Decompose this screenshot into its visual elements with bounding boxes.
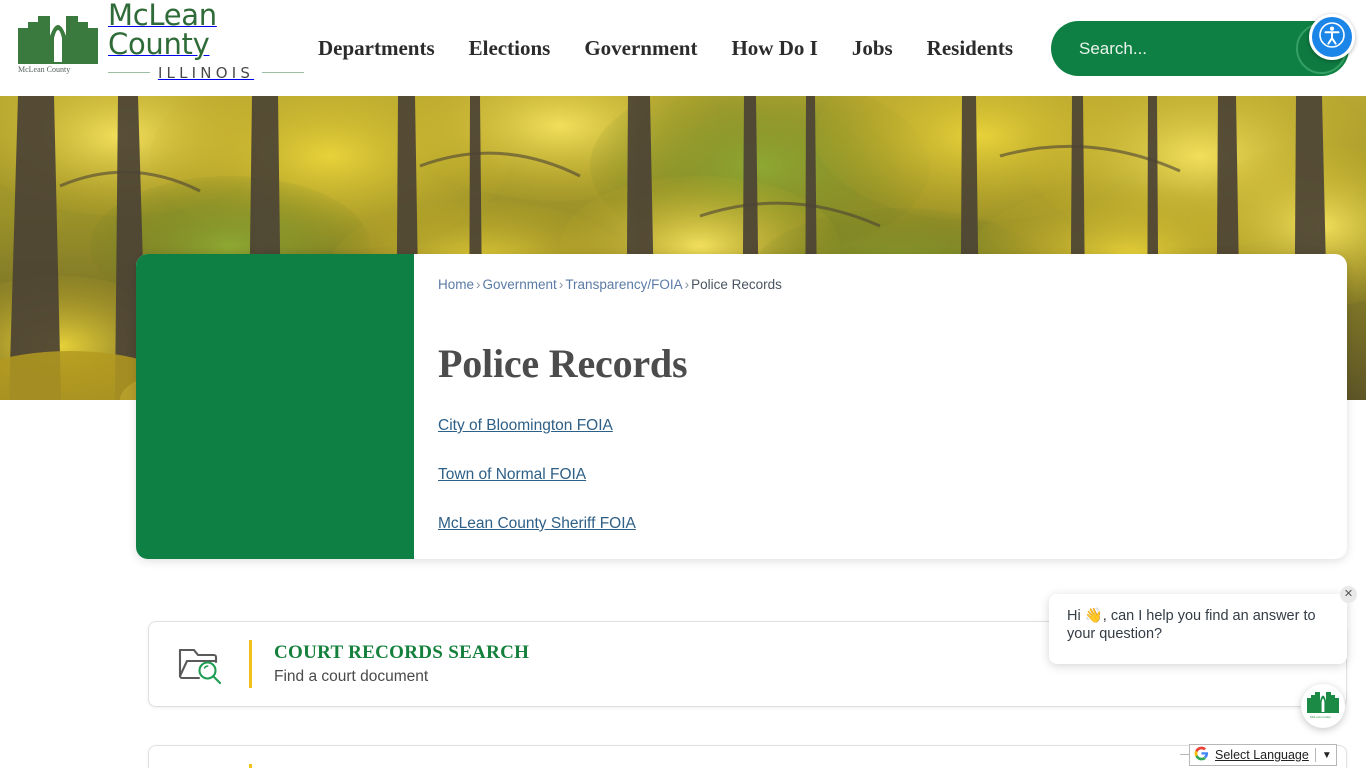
accessibility-person-icon: [1319, 21, 1345, 53]
folder-search-icon: [175, 640, 227, 688]
page-root: McLean County McLean County ILLINOIS Dep…: [0, 0, 1366, 768]
link-town-of-normal-foia[interactable]: Town of Normal FOIA: [438, 466, 586, 484]
foia-link-list: City of Bloomington FOIA Town of Normal …: [438, 417, 1329, 564]
accessibility-button[interactable]: [1309, 14, 1355, 60]
logo-line2-row: ILLINOIS: [108, 63, 305, 82]
site-header: McLean County McLean County ILLINOIS Dep…: [0, 0, 1366, 96]
logo-rule-right: [262, 72, 305, 73]
svg-text:McLean County: McLean County: [1310, 715, 1331, 719]
breadcrumb-separator-3: ›: [684, 277, 690, 292]
breadcrumb-item-home[interactable]: Home: [438, 277, 474, 292]
nav-item-residents[interactable]: Residents: [910, 34, 1030, 62]
logo-line2: ILLINOIS: [157, 63, 255, 82]
chat-greeting-bubble: ✕ Hi 👋, can I help you find an answer to…: [1049, 586, 1357, 664]
courthouse-logo-icon: McLean County: [1306, 689, 1340, 724]
main-navigation: Departments Elections Government How Do …: [318, 34, 1030, 62]
nav-item-jobs[interactable]: Jobs: [835, 34, 910, 62]
feature-text: COURT RECORDS SEARCH Find a court docume…: [274, 642, 529, 686]
link-mclean-county-sheriff-foia[interactable]: McLean County Sheriff FOIA: [438, 515, 636, 533]
svg-text:McLean County: McLean County: [18, 65, 70, 74]
content-card: Home › Government › Transparency/FOIA › Police…: [136, 254, 1347, 559]
courthouse-logo-icon: McLean County: [14, 8, 100, 74]
logo-line1: McLean County: [108, 0, 217, 61]
list-item: Town of Normal FOIA: [438, 466, 1329, 515]
select-language-label[interactable]: Select Language: [1215, 748, 1309, 762]
search-input[interactable]: [1051, 21, 1281, 76]
feature-accent-bar: [249, 764, 252, 768]
breadcrumb-item-transparency-foia[interactable]: Transparency/FOIA: [565, 277, 682, 292]
feature-accent-bar: [249, 640, 252, 688]
link-city-of-bloomington-foia[interactable]: City of Bloomington FOIA: [438, 417, 613, 435]
breadcrumb-item-current: Police Records: [691, 277, 782, 292]
nav-item-government[interactable]: Government: [567, 34, 714, 62]
card-body: Home › Government › Transparency/FOIA › Police…: [438, 254, 1329, 559]
nav-item-how-do-i[interactable]: How Do I: [714, 34, 834, 62]
feature-title: COURT RECORDS SEARCH: [274, 642, 530, 663]
site-logo[interactable]: McLean County McLean County ILLINOIS: [14, 0, 305, 82]
chat-greeting-text: Hi 👋, can I help you find an answer to y…: [1067, 608, 1316, 642]
logo-rule-left: [108, 72, 150, 73]
feature-card-secondary[interactable]: [148, 745, 1347, 768]
logo-wordmark: McLean County ILLINOIS: [108, 0, 305, 82]
search-box[interactable]: [1051, 21, 1349, 76]
list-item: City of Bloomington FOIA: [438, 417, 1329, 466]
nav-item-departments[interactable]: Departments: [318, 34, 452, 62]
google-logo-icon: [1194, 746, 1209, 764]
page-title: Police Records: [438, 341, 688, 386]
card-green-panel: [136, 254, 414, 559]
chat-launcher-button[interactable]: McLean County: [1301, 684, 1345, 728]
folder-icon: [175, 764, 227, 768]
close-icon[interactable]: ✕: [1340, 586, 1357, 603]
breadcrumb-item-government[interactable]: Government: [483, 277, 557, 292]
chevron-down-icon[interactable]: ▼: [1322, 750, 1332, 761]
feature-subtitle: Find a court document: [274, 668, 429, 685]
breadcrumb-separator-1: ›: [476, 277, 481, 292]
nav-item-elections[interactable]: Elections: [452, 34, 568, 62]
list-item: McLean County Sheriff FOIA: [438, 515, 1329, 564]
breadcrumb: Home › Government › Transparency/FOIA › Police…: [438, 276, 1329, 294]
google-translate-widget[interactable]: Select Language ▼: [1189, 744, 1337, 766]
translate-divider: [1314, 748, 1316, 762]
